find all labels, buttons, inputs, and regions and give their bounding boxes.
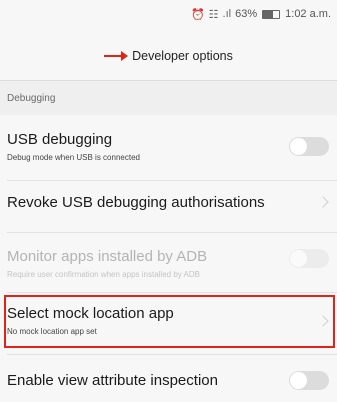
divider xyxy=(7,232,337,233)
setting-label: Monitor apps installed by ADB xyxy=(7,248,208,265)
monitor-apps-toggle[interactable] xyxy=(289,249,329,268)
toggle-knob xyxy=(290,372,307,389)
section-title: Debugging xyxy=(7,92,56,104)
divider xyxy=(7,292,337,293)
view-attribute-inspection-toggle[interactable] xyxy=(289,371,329,390)
divider xyxy=(7,354,337,355)
setting-summary: Debug mode when USB is connected xyxy=(7,153,140,162)
setting-summary: Require user confirmation when apps inst… xyxy=(7,270,200,279)
page-title: Developer options xyxy=(132,49,233,63)
setting-label: USB debugging xyxy=(7,131,113,148)
setting-label: Revoke USB debugging authorisations xyxy=(7,194,265,211)
status-bar: ⏰ ☷ .ıl 63% 1:02 a.m. xyxy=(0,0,337,28)
clock: 1:02 a.m. xyxy=(285,8,331,20)
section-header-debugging: Debugging xyxy=(0,81,337,115)
setting-summary: No mock location app set xyxy=(7,327,97,336)
signal-icon: .ıl xyxy=(222,8,232,20)
wifi-icon: ☷ xyxy=(208,8,219,21)
divider xyxy=(7,180,337,181)
setting-select-mock-location-app[interactable]: Select mock location app No mock locatio… xyxy=(0,305,337,345)
setting-usb-debugging[interactable]: USB debugging Debug mode when USB is con… xyxy=(0,131,337,179)
toggle-knob xyxy=(290,250,307,267)
setting-monitor-apps-adb[interactable]: Monitor apps installed by ADB Require us… xyxy=(0,248,337,290)
red-arrow-icon xyxy=(104,51,129,61)
toggle-knob xyxy=(290,138,307,155)
battery-percent: 63% xyxy=(235,8,258,20)
setting-label: Select mock location app xyxy=(7,305,174,322)
alarm-icon: ⏰ xyxy=(190,8,205,21)
setting-view-attribute-inspection[interactable]: Enable view attribute inspection xyxy=(0,372,337,394)
setting-revoke-usb-authorisations[interactable]: Revoke USB debugging authorisations xyxy=(0,194,337,224)
title-bar: Developer options xyxy=(0,44,337,68)
usb-debugging-toggle[interactable] xyxy=(289,137,329,156)
battery-icon xyxy=(262,9,281,19)
setting-label: Enable view attribute inspection xyxy=(7,372,218,389)
